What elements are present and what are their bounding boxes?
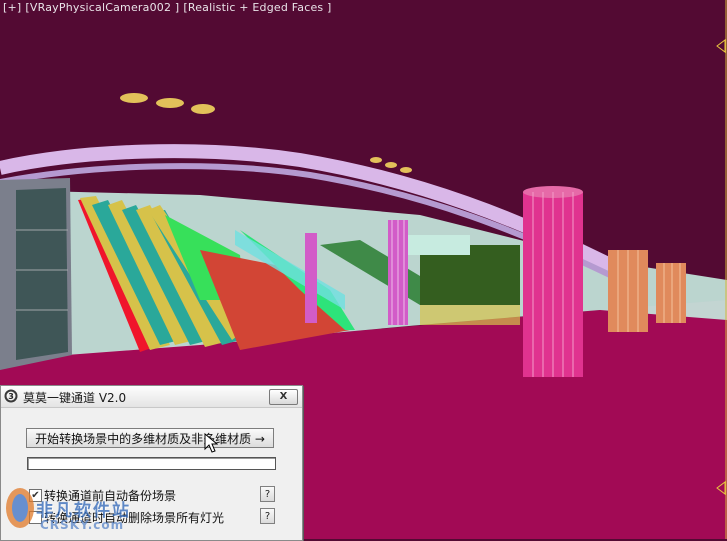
backup-help-button[interactable]: ?: [260, 486, 275, 502]
3dsmax-icon: 3: [4, 389, 18, 403]
dialog-titlebar[interactable]: 3 莫莫一键通道 V2.0 X: [1, 386, 302, 408]
mouse-cursor-icon: [204, 433, 218, 453]
dialog-title: 莫莫一键通道 V2.0: [23, 391, 127, 405]
marker-icon: [716, 481, 726, 495]
convert-materials-button[interactable]: 开始转换场景中的多维材质及非多维材质 →: [26, 428, 274, 448]
progress-bar: [27, 457, 276, 470]
timeline-markers: [716, 0, 727, 539]
viewport-camera-label[interactable]: [VRayPhysicalCamera002 ]: [25, 1, 179, 14]
viewport-label[interactable]: [+] [VRayPhysicalCamera002 ] [Realistic + …: [3, 1, 336, 14]
viewport-menu-plus[interactable]: [+]: [3, 1, 21, 14]
close-button[interactable]: X: [269, 389, 298, 405]
viewport-shading-label[interactable]: [Realistic + Edged Faces ]: [183, 1, 331, 14]
marker-icon: [716, 39, 726, 53]
watermark-subtext: CRSKY.com: [40, 518, 125, 532]
watermark: 非凡软件站 CRSKY.com: [0, 478, 160, 539]
svg-text:3: 3: [8, 392, 14, 401]
watermark-logo-icon: [6, 488, 34, 528]
delete-lights-help-button[interactable]: ?: [260, 508, 275, 524]
